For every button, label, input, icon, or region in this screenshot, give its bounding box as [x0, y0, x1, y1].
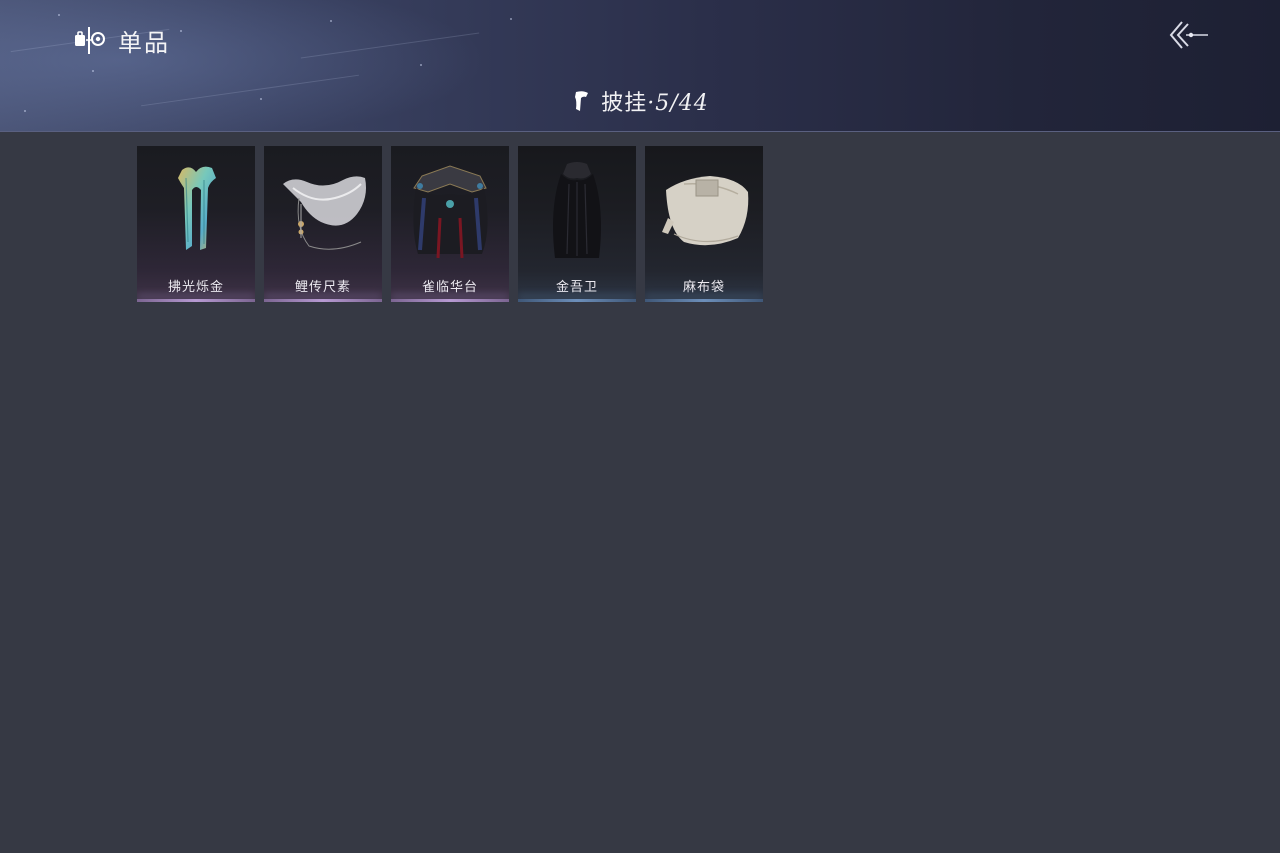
item-card[interactable]: 鲤传尺素	[264, 146, 382, 302]
page-title: 单品	[118, 28, 170, 57]
star-decoration	[58, 14, 60, 16]
category-label: 披挂·5/44	[601, 85, 708, 117]
item-grid: 拂光烁金 鲤传尺素 雀临华台 金吾卫 麻布袋	[137, 146, 763, 302]
back-button[interactable]	[1164, 16, 1212, 54]
cape-icon	[575, 91, 589, 111]
star-decoration	[92, 70, 94, 72]
streak-decoration	[300, 32, 480, 59]
item-name: 鲤传尺素	[294, 280, 351, 295]
back-arrow-icon	[1169, 21, 1208, 49]
rarity-bar	[518, 299, 636, 302]
rarity-bar	[645, 299, 763, 302]
item-card[interactable]: 金吾卫	[518, 146, 636, 302]
rarity-bar	[137, 299, 255, 302]
category-heading: 披挂·5/44	[0, 84, 1280, 118]
rarity-bar	[264, 299, 382, 302]
item-card[interactable]: 麻布袋	[645, 146, 763, 302]
star-decoration	[330, 20, 332, 22]
item-card[interactable]: 拂光烁金	[137, 146, 255, 302]
outfit-category-icon	[75, 27, 105, 54]
item-name: 雀临华台	[421, 280, 478, 295]
header-banner: 单品 披挂·5/44	[0, 0, 1280, 132]
star-decoration	[510, 18, 512, 20]
ornate-black-cape-icon	[413, 165, 488, 259]
iridescent-shawl-icon	[178, 166, 216, 250]
white-veil-scarf-icon	[283, 176, 366, 250]
star-decoration	[420, 64, 422, 66]
category-name: 披挂	[601, 91, 648, 116]
star-decoration	[180, 30, 182, 32]
category-count: 5/44	[655, 91, 709, 116]
item-name: 麻布袋	[682, 280, 725, 295]
item-name: 金吾卫	[555, 280, 598, 295]
black-hooded-cloak-icon	[553, 162, 601, 258]
page-title-group: 单品	[72, 22, 170, 58]
item-card[interactable]: 雀临华台	[391, 146, 509, 302]
burlap-sack-icon	[662, 176, 749, 246]
rarity-bar	[391, 299, 509, 302]
item-name: 拂光烁金	[167, 280, 224, 295]
